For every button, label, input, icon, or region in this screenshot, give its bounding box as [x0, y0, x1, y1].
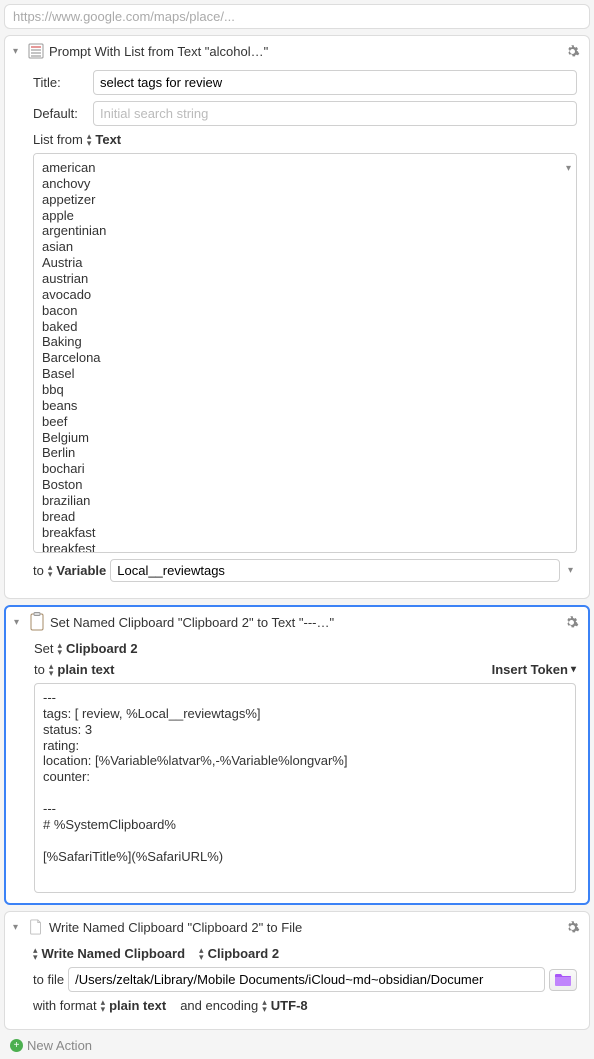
gear-icon[interactable]: [563, 42, 581, 60]
chevron-down-icon: ▾: [571, 664, 576, 675]
action-prompt-with-list: ▾ Prompt With List from Text "alcohol…" …: [4, 35, 590, 599]
disclosure-triangle[interactable]: ▾: [14, 617, 24, 628]
file-path-input[interactable]: [68, 967, 545, 992]
to-token[interactable]: plain text: [57, 662, 114, 677]
content-textarea[interactable]: --- tags: [ review, %Local__reviewtags%]…: [34, 683, 576, 893]
encoding-label: and encoding: [180, 998, 258, 1013]
encoding-token[interactable]: UTF-8: [271, 998, 308, 1013]
title-label: Title:: [33, 75, 85, 90]
tofile-label: to file: [33, 972, 64, 987]
list-textarea[interactable]: american anchovy appetizer apple argenti…: [33, 153, 577, 553]
wnc-token[interactable]: Clipboard 2: [208, 946, 280, 961]
insert-token-label: Insert Token: [492, 662, 568, 677]
chevron-down-icon[interactable]: ▾: [566, 163, 571, 174]
disclosure-triangle[interactable]: ▾: [13, 922, 23, 933]
to-token[interactable]: Variable: [56, 563, 106, 578]
new-action-button[interactable]: + New Action: [4, 1036, 590, 1055]
to-stepper[interactable]: ▴▾: [48, 564, 53, 578]
block-title: Prompt With List from Text "alcohol…": [49, 44, 558, 59]
to-stepper[interactable]: ▴▾: [49, 663, 54, 677]
format-label: with format: [33, 998, 97, 1013]
default-label: Default:: [33, 106, 85, 121]
block-header[interactable]: ▾ Write Named Clipboard "Clipboard 2" to…: [5, 912, 589, 942]
choose-folder-button[interactable]: [549, 969, 577, 991]
url-preview: https://www.google.com/maps/place/...: [4, 4, 590, 29]
listfrom-label: List from: [33, 132, 83, 147]
action-set-named-clipboard: ▾ Set Named Clipboard "Clipboard 2" to T…: [4, 605, 590, 905]
variable-name-input[interactable]: [110, 559, 560, 582]
wnc-label[interactable]: Write Named Clipboard: [42, 946, 186, 961]
gear-icon[interactable]: [563, 918, 581, 936]
listfrom-stepper[interactable]: ▴▾: [87, 133, 92, 147]
title-input[interactable]: [93, 70, 577, 95]
wnc-token-stepper[interactable]: ▴▾: [199, 947, 204, 961]
set-stepper[interactable]: ▴▾: [58, 642, 63, 656]
block-title: Write Named Clipboard "Clipboard 2" to F…: [49, 920, 558, 935]
listfrom-token[interactable]: Text: [95, 132, 121, 147]
new-action-label: New Action: [27, 1038, 92, 1053]
block-title: Set Named Clipboard "Clipboard 2" to Tex…: [50, 615, 557, 630]
list-icon: [28, 43, 44, 59]
encoding-stepper[interactable]: ▴▾: [262, 999, 267, 1013]
set-label: Set: [34, 641, 54, 656]
to-label: to: [33, 563, 44, 578]
block-header[interactable]: ▾ Set Named Clipboard "Clipboard 2" to T…: [6, 607, 588, 637]
set-token[interactable]: Clipboard 2: [66, 641, 138, 656]
block-header[interactable]: ▾ Prompt With List from Text "alcohol…": [5, 36, 589, 66]
plus-icon: +: [10, 1039, 23, 1052]
to-label: to: [34, 662, 45, 677]
format-token[interactable]: plain text: [109, 998, 166, 1013]
chevron-down-icon[interactable]: ▾: [564, 565, 577, 576]
gear-icon[interactable]: [562, 613, 580, 631]
clipboard-icon: [29, 614, 45, 630]
action-write-named-clipboard-to-file: ▾ Write Named Clipboard "Clipboard 2" to…: [4, 911, 590, 1030]
file-icon: [28, 919, 44, 935]
wnc-stepper[interactable]: ▴▾: [33, 947, 38, 961]
disclosure-triangle[interactable]: ▾: [13, 46, 23, 57]
insert-token-button[interactable]: Insert Token ▾: [492, 662, 576, 677]
format-stepper[interactable]: ▴▾: [101, 999, 106, 1013]
default-input[interactable]: [93, 101, 577, 126]
